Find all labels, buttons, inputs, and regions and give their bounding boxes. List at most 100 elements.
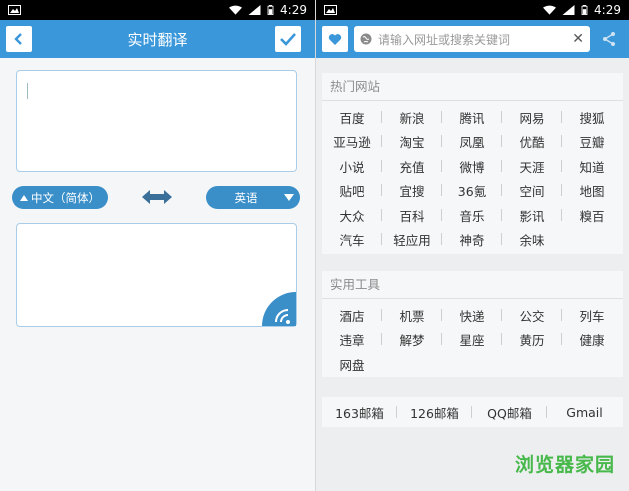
site-link[interactable]: 淘宝: [382, 132, 442, 151]
tool-link[interactable]: 机票: [382, 306, 442, 325]
section-title: 热门网站: [322, 73, 623, 101]
site-link[interactable]: 36氪: [442, 181, 502, 200]
tool-link[interactable]: 网盘: [322, 355, 382, 374]
triangle-up-icon: [20, 194, 28, 201]
text-caret: [27, 83, 28, 99]
site-link[interactable]: 糗百: [562, 206, 622, 225]
tools-section: 实用工具 酒店 机票 快递 公交 列车 违章 解梦 星座 黄历 健康 网盘: [322, 271, 623, 377]
site-link[interactable]: 余味: [502, 230, 562, 249]
status-bar: 4:29: [0, 0, 315, 20]
hot-sites-row: 亚马逊 淘宝 凤凰 优酷 豆瓣: [322, 130, 623, 155]
share-button[interactable]: [597, 26, 621, 52]
site-link[interactable]: 空间: [502, 181, 562, 200]
site-link[interactable]: 音乐: [442, 206, 502, 225]
swap-languages-icon[interactable]: [141, 188, 173, 206]
site-link[interactable]: 小说: [322, 157, 382, 176]
signal-icon: [248, 5, 261, 15]
battery-icon: [267, 5, 274, 15]
url-search-input[interactable]: 请输入网址或搜索关键词 ✕: [354, 26, 590, 52]
hot-sites-section: 热门网站 百度 新浪 腾讯 网易 搜狐 亚马逊 淘宝 凤凰 优酷 豆瓣 小说 充…: [322, 73, 623, 254]
browser-header: 请输入网址或搜索关键词 ✕: [316, 20, 629, 58]
site-link[interactable]: 宜搜: [382, 181, 442, 200]
tool-link[interactable]: 健康: [562, 330, 622, 349]
site-link[interactable]: 贴吧: [322, 181, 382, 200]
site-link[interactable]: 汽车: [322, 230, 382, 249]
site-link[interactable]: 百科: [382, 206, 442, 225]
voice-input-icon[interactable]: [262, 292, 296, 326]
translator-header: 实时翻译: [0, 20, 315, 58]
status-time: 4:29: [280, 3, 307, 17]
tools-row: 违章 解梦 星座 黄历 健康: [322, 328, 623, 353]
mail-link[interactable]: 126邮箱: [397, 403, 472, 422]
watermark: 浏览器家园: [514, 454, 615, 476]
translator-screen: 4:29 实时翻译 中文（简体） 英语: [0, 0, 315, 491]
tool-link[interactable]: 公交: [502, 306, 562, 325]
browser-home-screen: 4:29 请输入网址或搜索关键词 ✕ 热门网站 百度 新浪 腾讯 网易 搜狐 亚…: [316, 0, 629, 491]
target-language-label: 英语: [234, 190, 258, 205]
page-title: 实时翻译: [127, 30, 188, 49]
mail-link[interactable]: QQ邮箱: [472, 403, 547, 422]
site-link[interactable]: 搜狐: [562, 108, 622, 127]
tool-link[interactable]: 酒店: [322, 306, 382, 325]
site-link[interactable]: 影讯: [502, 206, 562, 225]
search-placeholder: 请输入网址或搜索关键词: [378, 32, 511, 47]
tool-link[interactable]: 星座: [442, 330, 502, 349]
section-title: 实用工具: [322, 271, 623, 299]
site-link[interactable]: 凤凰: [442, 132, 502, 151]
back-button[interactable]: [6, 26, 32, 52]
hot-sites-row: 汽车 轻应用 神奇 余味: [322, 228, 623, 253]
mail-link[interactable]: Gmail: [547, 405, 622, 420]
globe-icon: [360, 33, 372, 45]
site-link[interactable]: 天涯: [502, 157, 562, 176]
status-time: 4:29: [594, 3, 621, 17]
hot-sites-grid: 百度 新浪 腾讯 网易 搜狐 亚马逊 淘宝 凤凰 优酷 豆瓣 小说 充值 微博: [322, 101, 623, 256]
site-link[interactable]: 百度: [322, 108, 382, 127]
gallery-notification-icon: [324, 5, 337, 15]
hot-sites-row: 大众 百科 音乐 影讯 糗百: [322, 203, 623, 228]
tools-grid: 酒店 机票 快递 公交 列车 违章 解梦 星座 黄历 健康 网盘: [322, 299, 623, 381]
confirm-button[interactable]: [275, 26, 301, 52]
site-link[interactable]: 神奇: [442, 230, 502, 249]
tool-link[interactable]: 违章: [322, 330, 382, 349]
signal-icon: [562, 5, 575, 15]
site-link[interactable]: 大众: [322, 206, 382, 225]
site-link[interactable]: 腾讯: [442, 108, 502, 127]
tools-row: 网盘: [322, 352, 623, 377]
app-root: 4:29 实时翻译 中文（简体） 英语 4:29 请输入网址或搜索关键词 ✕ 热…: [0, 0, 629, 491]
site-link[interactable]: 微博: [442, 157, 502, 176]
triangle-down-icon: [284, 194, 294, 201]
source-language-selector[interactable]: 中文（简体）: [12, 186, 108, 209]
status-bar: 4:29: [316, 0, 629, 20]
gallery-notification-icon: [8, 5, 21, 15]
source-language-label: 中文（简体）: [31, 190, 100, 205]
battery-icon: [581, 5, 588, 15]
wifi-icon: [543, 5, 557, 15]
source-text-input[interactable]: [16, 70, 297, 172]
wifi-icon: [229, 5, 243, 15]
mail-link[interactable]: 163邮箱: [322, 403, 397, 422]
tool-link[interactable]: 列车: [562, 306, 622, 325]
tool-link[interactable]: 黄历: [502, 330, 562, 349]
hot-sites-row: 小说 充值 微博 天涯 知道: [322, 154, 623, 179]
site-link[interactable]: 豆瓣: [562, 132, 622, 151]
site-link[interactable]: 亚马逊: [322, 132, 382, 151]
chevron-left-icon: [14, 33, 22, 45]
heart-icon: [328, 33, 342, 45]
clear-icon[interactable]: ✕: [572, 31, 584, 47]
site-link[interactable]: 优酷: [502, 132, 562, 151]
target-language-selector[interactable]: 英语: [206, 186, 300, 209]
site-link[interactable]: 充值: [382, 157, 442, 176]
hot-sites-row: 百度 新浪 腾讯 网易 搜狐: [322, 105, 623, 130]
tools-row: 酒店 机票 快递 公交 列车: [322, 303, 623, 328]
site-link[interactable]: 轻应用: [382, 230, 442, 249]
tool-link[interactable]: 快递: [442, 306, 502, 325]
site-link[interactable]: 知道: [562, 157, 622, 176]
site-link[interactable]: 新浪: [382, 108, 442, 127]
site-link[interactable]: 网易: [502, 108, 562, 127]
site-link[interactable]: 地图: [562, 181, 622, 200]
translation-output: [16, 223, 297, 327]
hot-sites-row: 贴吧 宜搜 36氪 空间 地图: [322, 179, 623, 204]
tool-link[interactable]: 解梦: [382, 330, 442, 349]
favorites-button[interactable]: [322, 26, 348, 52]
checkmark-icon: [280, 33, 296, 46]
